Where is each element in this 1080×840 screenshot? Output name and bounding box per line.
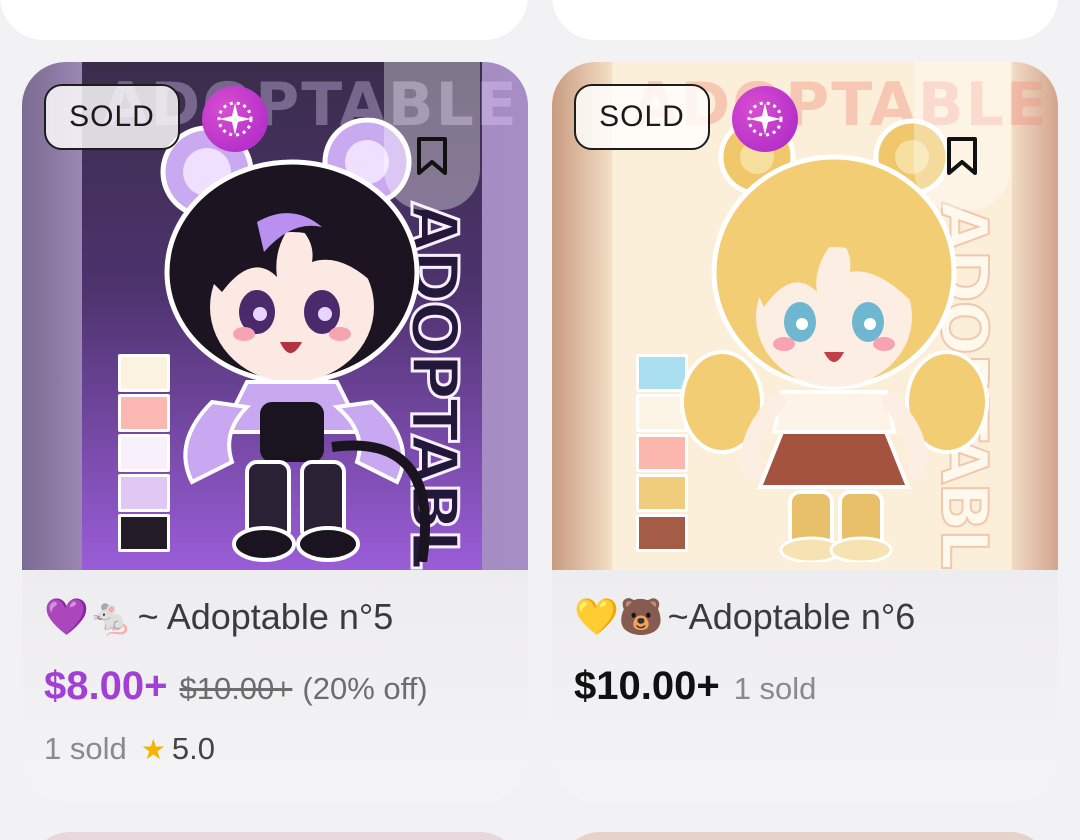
sold-badge: SOLD [44, 84, 180, 150]
bookmark-button[interactable] [914, 62, 1010, 210]
price: $10.00+ [574, 664, 720, 708]
product-info: 💜🐁 ~ Adoptable n°5 $8.00+ $10.00+ (20% o… [22, 570, 528, 767]
price-row: $8.00+ $10.00+ (20% off) [44, 664, 506, 709]
title-emoji: 💜🐁 [44, 597, 134, 638]
star-seller-icon [732, 86, 798, 152]
bookmark-icon [417, 137, 447, 175]
star-seller-icon [202, 86, 268, 152]
listing-grid: ADOPTABLE ADOPTABLE SOLD 💜🐁 ~ Adoptable … [0, 0, 1080, 840]
sold-count: 1 sold [733, 671, 817, 706]
meta-row: 1 sold ★ 5.0 [44, 731, 506, 767]
title-text: ~ Adoptable n°5 [137, 596, 394, 637]
product-title[interactable]: 💜🐁 ~ Adoptable n°5 [44, 596, 506, 638]
product-title[interactable]: 💛🐻 ~Adoptable n°6 [574, 596, 1036, 638]
sold-count: 1 sold [44, 731, 127, 766]
bookmark-icon [947, 137, 977, 175]
star-icon: ★ [140, 733, 166, 765]
previous-card-left[interactable] [0, 0, 528, 40]
sale-price: $8.00+ [44, 664, 168, 708]
price-row: $10.00+ 1 sold [574, 664, 1036, 709]
product-card[interactable]: ADOPTABLE ADOPTABLE [552, 62, 1058, 802]
sold-badge: SOLD [574, 84, 710, 150]
rating-value: 5.0 [171, 731, 215, 766]
product-info: 💛🐻 ~Adoptable n°6 $10.00+ 1 sold [552, 570, 1058, 709]
title-text: ~Adoptable n°6 [667, 596, 916, 637]
title-emoji: 💛🐻 [574, 597, 664, 638]
next-card-left[interactable] [30, 832, 520, 840]
product-image[interactable]: ADOPTABLE ADOPTABLE [552, 62, 1058, 570]
product-image[interactable]: ADOPTABLE ADOPTABLE [22, 62, 528, 570]
bookmark-button[interactable] [384, 62, 480, 210]
previous-card-right[interactable] [552, 0, 1058, 40]
next-card-right[interactable] [560, 832, 1050, 840]
product-card[interactable]: ADOPTABLE ADOPTABLE [22, 62, 528, 802]
original-price: $10.00+ [179, 671, 293, 706]
discount-label: (20% off) [302, 671, 428, 706]
